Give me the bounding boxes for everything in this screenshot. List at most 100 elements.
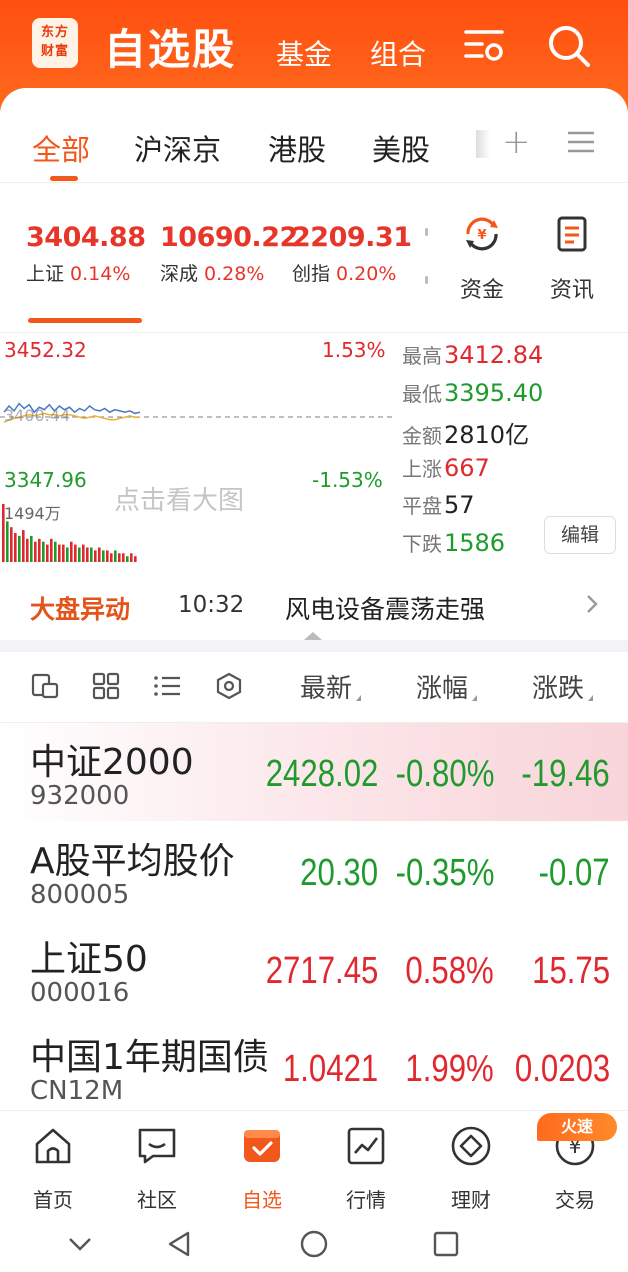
nav-community[interactable]: 社区 bbox=[117, 1124, 197, 1213]
market-stats: 最高3412.84 最低3395.40 金额2810亿 上涨667 平盘57 下… bbox=[402, 340, 543, 566]
nav-watchlist[interactable]: 自选 bbox=[222, 1124, 302, 1213]
add-tab-icon[interactable]: + bbox=[502, 122, 531, 162]
volume-bar bbox=[82, 544, 85, 562]
home-icon bbox=[35, 1128, 71, 1164]
tab-us[interactable]: 美股 bbox=[372, 127, 430, 169]
chevron-down-icon[interactable] bbox=[64, 1228, 96, 1260]
volume-bar bbox=[10, 527, 13, 562]
index-change: 0.14% bbox=[70, 263, 131, 285]
stock-change: 15.75 bbox=[532, 950, 610, 992]
column-label: 涨跌 bbox=[532, 674, 585, 704]
menu-icon[interactable] bbox=[568, 130, 594, 154]
stock-change-pct: -0.35% bbox=[395, 852, 494, 894]
chevron-right-icon[interactable] bbox=[582, 592, 602, 616]
settings-ring-icon[interactable] bbox=[214, 672, 244, 700]
index-mini-chart[interactable] bbox=[0, 334, 396, 564]
stat-rise: 上涨667 bbox=[402, 453, 543, 491]
page-title[interactable]: 自选股 bbox=[104, 16, 236, 77]
wealth-diamond-icon bbox=[451, 1126, 491, 1166]
column-latest[interactable]: 最新 bbox=[300, 668, 362, 705]
active-tab-indicator bbox=[50, 176, 78, 181]
index-sz[interactable]: 10690.22 深成 0.28% bbox=[160, 222, 298, 286]
stat-label: 上涨 bbox=[402, 456, 442, 481]
nav-wealth[interactable]: 理财 bbox=[431, 1124, 511, 1213]
stock-price: 2717.45 bbox=[265, 950, 378, 992]
index-name: 上证 bbox=[26, 263, 65, 285]
column-change[interactable]: 涨跌 bbox=[532, 668, 594, 705]
stock-code: 932000 bbox=[30, 781, 130, 811]
volume-bar bbox=[86, 547, 89, 562]
volume-bar bbox=[38, 538, 41, 562]
search-icon[interactable] bbox=[545, 22, 593, 70]
index-name: 深成 bbox=[160, 263, 199, 285]
stock-row[interactable]: A股平均股价 800005 20.30 -0.35% -0.07 bbox=[0, 822, 628, 920]
nav-home[interactable]: 首页 bbox=[13, 1124, 93, 1213]
stock-price: 1.0421 bbox=[282, 1048, 378, 1090]
sort-icon bbox=[472, 695, 478, 701]
back-icon[interactable] bbox=[164, 1228, 196, 1260]
stock-name: 中国1年期国债 bbox=[30, 1037, 269, 1078]
nav-label: 首页 bbox=[33, 1188, 73, 1212]
tabs-overflow-fade bbox=[476, 130, 490, 158]
index-cy[interactable]: 2209.31 创指 0.20% bbox=[292, 222, 412, 286]
list-view-icon[interactable] bbox=[152, 672, 182, 700]
stock-code: CN12M bbox=[30, 1076, 124, 1106]
volume-bar bbox=[122, 553, 125, 562]
capital-flow-label: 资金 bbox=[459, 278, 504, 303]
news-label: 资讯 bbox=[549, 278, 594, 303]
collapse-caret-icon[interactable] bbox=[304, 632, 322, 640]
logo-line1: 东方 bbox=[40, 25, 69, 40]
capital-flow-icon: ¥ bbox=[466, 217, 498, 251]
stat-amount: 金额2810亿 bbox=[402, 415, 543, 453]
index-sh[interactable]: 3404.88 上证 0.14% bbox=[26, 222, 146, 286]
logo-line2: 财富 bbox=[40, 44, 69, 59]
tab-fund[interactable]: 基金 bbox=[276, 33, 332, 73]
edit-button[interactable]: 编辑 bbox=[544, 516, 616, 554]
stock-change: -0.07 bbox=[538, 852, 610, 894]
filter-settings-icon[interactable] bbox=[460, 22, 508, 70]
stock-row[interactable]: 中国1年期国债 CN12M 1.0421 1.99% 0.0203 bbox=[0, 1018, 628, 1116]
volume-bar bbox=[42, 541, 45, 562]
quote-card-icon[interactable] bbox=[30, 672, 60, 700]
tab-all[interactable]: 全部 bbox=[32, 127, 90, 169]
stock-name: 中证2000 bbox=[30, 742, 194, 783]
volume-bar bbox=[94, 550, 97, 562]
volume-label: 1494万 bbox=[4, 504, 61, 523]
stock-row[interactable]: 上证50 000016 2717.45 0.58% 15.75 bbox=[0, 920, 628, 1018]
capital-flow-link[interactable]: ¥ 资金 bbox=[452, 214, 512, 304]
index-change: 0.20% bbox=[336, 263, 397, 285]
section-gap bbox=[0, 640, 628, 652]
svg-text:¥: ¥ bbox=[477, 228, 486, 243]
volume-bar bbox=[126, 556, 129, 562]
market-movement-time: 10:32 bbox=[178, 592, 245, 618]
tab-hs-bj[interactable]: 沪深京 bbox=[134, 127, 221, 169]
tab-portfolio[interactable]: 组合 bbox=[370, 33, 426, 73]
grid-view-icon[interactable] bbox=[91, 672, 121, 700]
recents-icon[interactable] bbox=[430, 1228, 462, 1260]
nav-label: 理财 bbox=[451, 1188, 491, 1212]
stock-name: 上证50 bbox=[30, 939, 148, 980]
stat-label: 下跌 bbox=[402, 531, 442, 556]
volume-bar bbox=[110, 553, 113, 562]
stat-value: 3395.40 bbox=[444, 378, 544, 407]
volume-bar bbox=[78, 547, 81, 562]
stat-fall: 下跌1586 bbox=[402, 528, 543, 566]
volume-bar bbox=[34, 541, 37, 562]
volume-bar bbox=[30, 535, 33, 562]
tab-hk[interactable]: 港股 bbox=[268, 127, 326, 169]
chart-top-price: 3452.32 bbox=[4, 338, 87, 362]
index-value: 2209.31 bbox=[292, 222, 412, 253]
news-link[interactable]: 资讯 bbox=[542, 214, 602, 304]
home-circle-icon[interactable] bbox=[298, 1228, 330, 1260]
column-change-pct[interactable]: 涨幅 bbox=[416, 668, 478, 705]
app-logo[interactable]: 东方 财富 bbox=[32, 18, 78, 68]
chart-hint[interactable]: 点击看大图 bbox=[114, 480, 244, 517]
volume-bar bbox=[90, 547, 93, 562]
index-value: 3404.88 bbox=[26, 222, 146, 253]
stock-change: 0.0203 bbox=[514, 1048, 610, 1090]
community-chat-icon bbox=[138, 1128, 176, 1164]
volume-bar bbox=[18, 535, 21, 562]
volume-bar bbox=[74, 544, 77, 562]
nav-market[interactable]: 行情 bbox=[326, 1124, 406, 1213]
stock-row[interactable]: 中证2000 932000 2428.02 -0.80% -19.46 bbox=[0, 723, 628, 821]
